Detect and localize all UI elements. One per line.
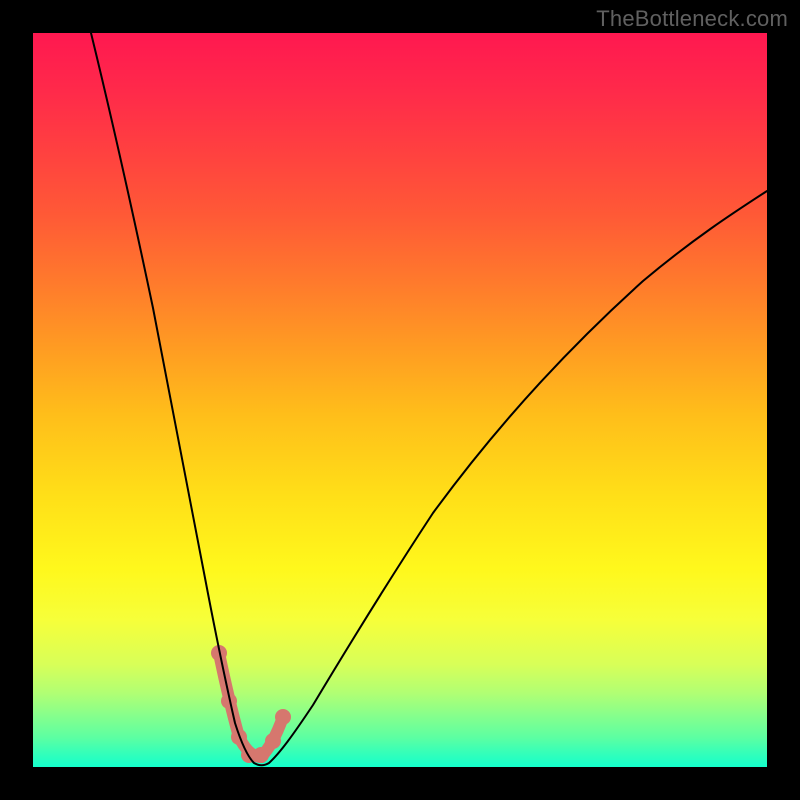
plot-area [33, 33, 767, 767]
curve-svg [33, 33, 767, 767]
trough-dot [265, 733, 281, 749]
chart-frame: TheBottleneck.com [0, 0, 800, 800]
bottleneck-curve [91, 33, 767, 765]
watermark-text: TheBottleneck.com [596, 6, 788, 32]
trough-dot [275, 709, 291, 725]
trough-dot [253, 747, 269, 763]
